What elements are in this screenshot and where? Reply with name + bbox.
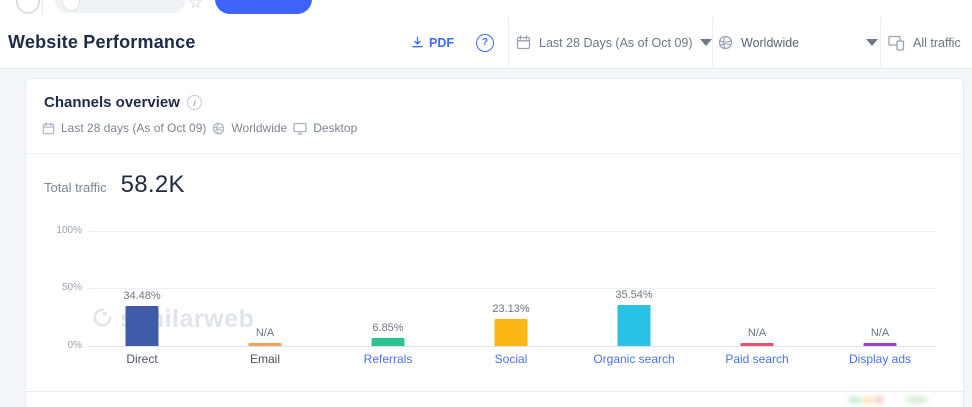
favorite-star-icon[interactable]: ☆ [188, 0, 203, 13]
bar-value-referrals: 6.85% [372, 322, 403, 334]
filter-geo: Worldwide [231, 121, 287, 135]
filter-date: Last 28 days (As of Oct 09) [61, 121, 206, 135]
y-tick-100: 100% [46, 225, 82, 236]
calendar-icon [516, 35, 531, 50]
search-pill[interactable] [55, 0, 185, 13]
category-label-display-ads[interactable]: Display ads [849, 352, 911, 366]
download-icon [411, 36, 424, 49]
desktop-icon [293, 122, 307, 135]
bar-column-paid-search: N/A [697, 327, 818, 346]
card-header-divider [26, 153, 963, 154]
date-range-selector[interactable]: Last 28 Days (As of Oct 09) [516, 17, 712, 68]
bar-value-email: N/A [256, 327, 274, 339]
traffic-type-value: All traffic [913, 36, 961, 50]
bar-value-social: 23.13% [492, 303, 529, 315]
blurred-content [874, 396, 884, 404]
category-label-email: Email [250, 352, 280, 366]
bar-value-paid-search: N/A [748, 327, 766, 339]
total-traffic-value: 58.2K [121, 171, 185, 199]
card-title: Channels overview [44, 94, 180, 111]
channels-overview-card: Channels overview i Last 28 days (As of … [25, 78, 964, 407]
pdf-label: PDF [429, 36, 454, 50]
header-divider [712, 17, 713, 68]
category-label-direct: Direct [126, 352, 157, 366]
blurred-content [862, 396, 874, 404]
category-label-referrals[interactable]: Referrals [364, 352, 413, 366]
blurred-content [848, 396, 862, 404]
bar-column-social: 23.13% [451, 303, 572, 346]
plot-area: 34.48% N/A 6.85% 23.13% 35.54% N/A N/A [89, 231, 936, 346]
bar-value-organic-search: 35.54% [615, 289, 652, 301]
bar-value-display-ads: N/A [871, 327, 889, 339]
bar-column-email: N/A [205, 327, 326, 346]
card-filters: Last 28 days (As of Oct 09) Worldwide De… [42, 121, 357, 135]
x-axis-baseline [89, 346, 936, 347]
bar-column-referrals: 6.85% [328, 322, 449, 346]
help-button[interactable]: ? [476, 17, 494, 68]
chevron-down-icon [700, 39, 712, 46]
bar-column-display-ads: N/A [820, 327, 941, 346]
total-traffic-label: Total traffic [44, 180, 107, 195]
filter-device: Desktop [313, 121, 357, 135]
date-range-value: Last 28 Days (As of Oct 09) [539, 36, 693, 50]
page-title: Website Performance [8, 17, 196, 68]
bar-display-ads[interactable] [864, 343, 897, 346]
site-favicon-badge [62, 0, 80, 11]
bar-column-organic-search: 35.54% [574, 289, 695, 346]
bar-column-direct: 34.48% [82, 290, 203, 346]
category-label-organic-search[interactable]: Organic search [593, 352, 674, 366]
bar-social[interactable] [495, 319, 528, 346]
blurred-content [906, 396, 928, 404]
traffic-type-selector[interactable]: All traffic [888, 17, 961, 68]
toolbar-divider [42, 0, 43, 14]
toolbar-circle-button[interactable] [16, 0, 40, 14]
card-section-divider [26, 391, 963, 392]
header-divider [880, 17, 881, 68]
category-label-paid-search[interactable]: Paid search [725, 352, 788, 366]
export-pdf-button[interactable]: PDF [411, 17, 454, 68]
help-icon: ? [476, 34, 494, 52]
page: ☆ Website Performance PDF ? Last 28 Days… [0, 0, 972, 407]
header-divider [508, 17, 509, 68]
geo-value: Worldwide [741, 36, 799, 50]
bar-paid-search[interactable] [741, 343, 774, 346]
bar-referrals[interactable] [372, 338, 405, 346]
bar-organic-search[interactable] [618, 305, 651, 346]
top-toolbar: ☆ [0, 0, 972, 18]
y-tick-0: 0% [46, 340, 82, 351]
chevron-down-icon [866, 39, 878, 46]
globe-icon [212, 122, 225, 135]
globe-icon [718, 35, 733, 50]
bar-email[interactable] [249, 343, 282, 346]
bar-value-direct: 34.48% [123, 290, 160, 302]
geo-selector[interactable]: Worldwide [718, 17, 878, 68]
primary-action-button[interactable] [215, 0, 312, 14]
info-icon[interactable]: i [187, 95, 202, 110]
devices-icon [888, 35, 905, 51]
page-header: Website Performance PDF ? Last 28 Days (… [0, 17, 972, 69]
category-label-social[interactable]: Social [495, 352, 528, 366]
bar-direct[interactable] [126, 306, 159, 346]
category-labels: Direct Email Referrals Social Organic search… [89, 352, 936, 368]
y-tick-50: 50% [46, 282, 82, 293]
calendar-icon [42, 122, 55, 135]
